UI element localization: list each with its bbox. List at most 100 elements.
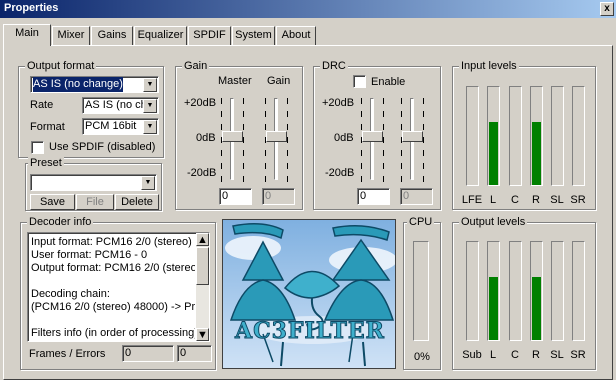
tab-system[interactable]: System [232,26,275,45]
tab-spdif[interactable]: SPDIF [188,26,231,45]
slider-tick [361,111,362,117]
close-button[interactable]: x [600,2,614,16]
drc-slider1-thumb[interactable] [362,131,383,142]
gain-label: Gain [267,75,291,87]
level-channel-label: SL [550,349,564,361]
slider-tick [287,111,288,117]
slider-tick [401,150,402,156]
gain-value-field[interactable]: 0 [262,188,295,205]
drc-value1-field[interactable]: 0 [357,188,390,205]
slider-tick [221,124,222,130]
chevron-down-icon[interactable]: ▼ [143,120,157,134]
level-channel-label: R [532,194,540,206]
preset-combo[interactable]: ▼ [30,174,157,191]
slider-tick [221,98,222,104]
scroll-down-icon[interactable]: ▼ [196,328,209,341]
tab-bar: Main Mixer Gains Equalizer SPDIF System … [0,24,616,46]
level-channel-label: LFE [461,194,483,206]
decoder-info-line: Input format: PCM16 2/0 (stereo) 4 [31,236,195,248]
drc-scale-mid: 0dB [334,132,354,144]
output-format-label: Output format [25,60,97,72]
level-channel-label: R [532,349,540,361]
drc-group-label: DRC [320,60,348,72]
output-levels-label: Output levels [459,216,528,228]
use-spdif-label: Use SPDIF (disabled) [49,141,156,153]
cpu-meter [413,241,429,341]
gain-slider-thumb[interactable] [266,131,287,142]
output-format-value: AS IS (no change) [33,77,123,92]
use-spdif-checkbox[interactable] [31,141,44,154]
tab-mixer[interactable]: Mixer [52,26,90,45]
gain-group-label: Gain [182,60,210,72]
decoder-info-line: Output format: PCM16 2/0 (stereo [31,262,195,274]
decoder-info-scrollbar[interactable]: ▲ ▼ [196,233,209,341]
slider-tick [423,124,424,130]
slider-tick [423,150,424,156]
level-channel-label: SL [550,194,564,206]
slider-tick [221,111,222,117]
master-value-field[interactable]: 0 [219,188,252,205]
slider-tick [383,124,384,130]
gain-scale-bottom: -20dB [187,167,217,179]
level-channel-label: L [489,194,497,206]
slider-tick [287,124,288,130]
scroll-up-icon[interactable]: ▲ [196,233,209,246]
drc-slider2-thumb[interactable] [402,131,423,142]
level-meter-c [509,241,522,341]
format-combo[interactable]: PCM 16bit ▼ [82,118,159,135]
slider-tick [361,176,362,182]
slider-tick [383,111,384,117]
level-channel-label: C [511,349,519,361]
slider-tick [361,98,362,104]
level-meter-sl [551,241,564,341]
chevron-down-icon[interactable]: ▼ [143,78,157,92]
rate-combo[interactable]: AS IS (no ch ▼ [82,97,159,114]
slider-tick [243,137,244,143]
slider-tick [265,163,266,169]
level-channel-label: SR [570,194,586,206]
tab-about[interactable]: About [276,26,316,45]
output-format-combo[interactable]: AS IS (no change) ▼ [30,76,159,93]
decoder-info-line: User format: PCM16 - 0 [31,249,148,261]
level-channel-label: Sub [462,349,482,361]
file-button[interactable]: File [76,194,114,210]
slider-tick [383,163,384,169]
master-label: Master [218,75,252,87]
drc-enable-checkbox[interactable] [353,75,366,88]
input-levels-label: Input levels [459,60,519,72]
level-meter-sr [572,241,585,341]
tab-equalizer[interactable]: Equalizer [134,26,187,45]
level-meter-l [487,241,500,341]
slider-tick [361,137,362,143]
slider-tick [221,163,222,169]
save-button[interactable]: Save [30,194,75,210]
master-slider-thumb[interactable] [222,131,243,142]
title-bar: Properties [0,0,616,18]
drc-enable-label: Enable [371,76,406,88]
chevron-down-icon[interactable]: ▼ [143,99,157,113]
slider-tick [383,150,384,156]
tab-gains[interactable]: Gains [91,26,133,45]
level-channel-label: L [489,349,497,361]
level-meter-fill [532,277,541,340]
slider-tick [243,163,244,169]
slider-tick [401,111,402,117]
drc-value2-field[interactable]: 0 [400,188,433,205]
level-meter-sub [466,241,479,341]
level-channel-label: C [511,194,519,206]
rate-label: Rate [30,99,54,111]
slider-tick [221,150,222,156]
slider-tick [361,163,362,169]
slider-tick [287,163,288,169]
decoder-info-text[interactable]: Input format: PCM16 2/0 (stereo) 4 User … [27,232,210,342]
slider-tick [361,150,362,156]
chevron-down-icon[interactable]: ▼ [141,176,155,190]
delete-button[interactable]: Delete [115,194,159,210]
slider-tick [265,176,266,182]
scroll-thumb[interactable] [196,247,209,285]
slider-tick [265,124,266,130]
ac3filter-logo: AC3FILTER [222,219,396,369]
slider-tick [423,137,424,143]
tab-main[interactable]: Main [3,24,51,46]
slider-tick [265,137,266,143]
